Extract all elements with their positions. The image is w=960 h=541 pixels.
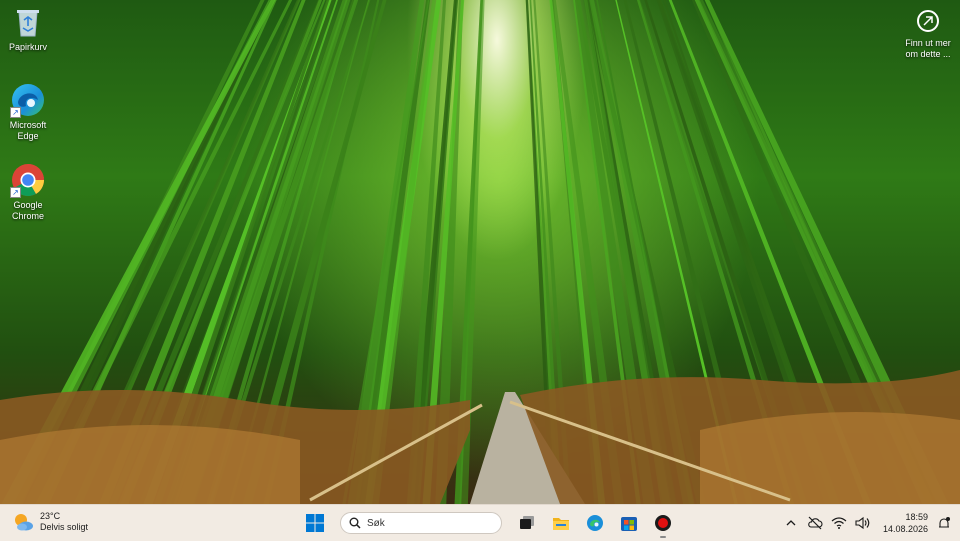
desktop-wallpaper <box>0 0 960 504</box>
record-icon <box>655 515 671 531</box>
edge-taskbar-button[interactable] <box>580 508 610 538</box>
desktop-icon-label: Google Chrome <box>11 200 44 221</box>
desktop-icon-recycle-bin[interactable]: Papirkurv <box>2 4 54 53</box>
bamboo-grove-image <box>0 0 960 504</box>
folder-icon <box>553 518 569 530</box>
taskbar-center: Søk <box>300 508 678 538</box>
start-button[interactable] <box>300 508 330 538</box>
shortcut-arrow-icon: ↗ <box>10 187 21 198</box>
running-indicator <box>660 536 666 538</box>
chrome-icon: ↗ <box>10 162 46 198</box>
task-view-icon <box>520 516 534 529</box>
search-placeholder: Søk <box>367 517 385 529</box>
spotlight-learn-more[interactable]: Finn ut mer om dette ... <box>900 8 956 60</box>
edge-icon <box>587 515 603 531</box>
taskbar-clock[interactable]: 18:59 14.08.2026 <box>883 511 928 535</box>
clock-time: 18:59 <box>905 512 928 522</box>
shortcut-arrow-icon: ↗ <box>10 107 21 118</box>
desktop-icon-google-chrome[interactable]: ↗ Google Chrome <box>2 162 54 222</box>
system-tray: 18:59 14.08.2026 <box>783 505 952 541</box>
taskbar: 23°C Delvis soligt Søk 18:59 14.08.2026 <box>0 504 960 541</box>
weather-widget[interactable]: 23°C Delvis soligt <box>12 511 88 533</box>
chevron-up-icon[interactable] <box>783 515 799 531</box>
store-icon <box>621 517 637 531</box>
store-button[interactable] <box>614 508 644 538</box>
sun-cloud-icon <box>12 511 34 533</box>
recycle-bin-icon <box>10 4 46 40</box>
desktop-icon-label: Microsoft Edge <box>9 120 47 141</box>
desktop-icon-microsoft-edge[interactable]: ↗ Microsoft Edge <box>2 82 54 142</box>
volume-icon[interactable] <box>855 515 871 531</box>
info-circle-icon <box>917 10 939 32</box>
desktop-icon-label: Papirkurv <box>8 42 47 52</box>
wifi-icon[interactable] <box>831 515 847 531</box>
weather-temperature: 23°C <box>40 511 61 521</box>
clock-date: 14.08.2026 <box>882 524 928 534</box>
spotlight-label: Finn ut mer om dette ... <box>905 38 951 59</box>
network-off-icon[interactable] <box>807 515 823 531</box>
notification-icon[interactable] <box>936 515 952 531</box>
windows-start-icon <box>306 514 324 532</box>
file-explorer-button[interactable] <box>546 508 576 538</box>
search-icon <box>349 517 361 529</box>
task-view-button[interactable] <box>512 508 542 538</box>
edge-icon: ↗ <box>10 82 46 118</box>
record-app-button[interactable] <box>648 508 678 538</box>
weather-condition: Delvis soligt <box>40 522 89 532</box>
taskbar-search-box[interactable]: Søk <box>340 512 502 534</box>
